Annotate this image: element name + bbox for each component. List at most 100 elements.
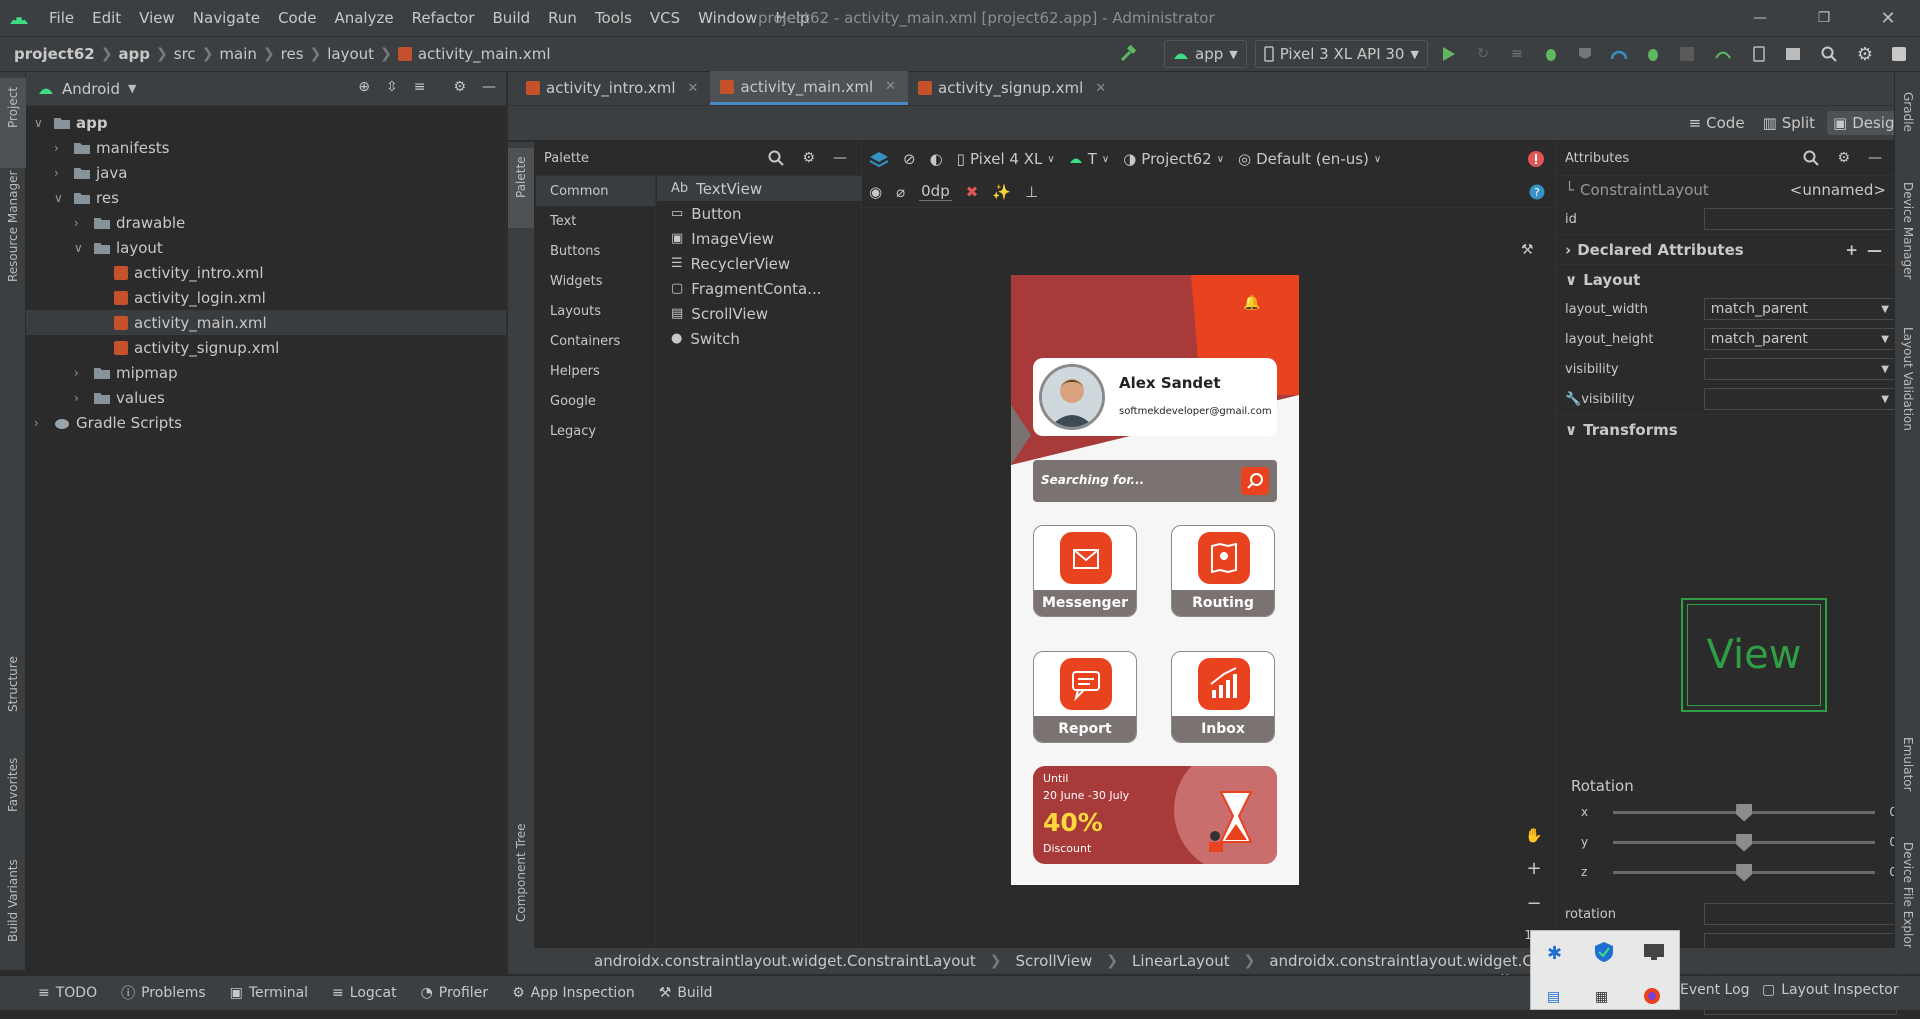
breadcrumb-res[interactable]: res — [275, 45, 310, 63]
coverage-icon[interactable] — [1572, 40, 1598, 68]
breadcrumb-main[interactable]: main — [213, 45, 262, 63]
magnet-off-icon[interactable]: ⌀ — [896, 183, 905, 201]
attach-debugger-icon[interactable] — [1640, 40, 1666, 68]
component-crumb-2[interactable]: ScrollView — [1016, 952, 1093, 970]
tool-build[interactable]: ⚒ Build — [647, 985, 725, 1001]
infer-constraints-icon[interactable]: ✨ — [992, 183, 1011, 201]
tool-event-log[interactable]: Event Log — [1668, 982, 1762, 998]
tool-terminal[interactable]: ▣ Terminal — [218, 985, 320, 1001]
search-icon[interactable] — [768, 150, 785, 166]
palette-category[interactable]: Containers — [536, 326, 655, 356]
menu-window[interactable]: Window — [689, 9, 766, 27]
assistant-icon[interactable] — [1886, 40, 1912, 68]
orientation-icon[interactable]: ⊘ — [903, 150, 916, 168]
eye-icon[interactable]: ◉ — [869, 183, 882, 201]
tab-activity-main[interactable]: activity_main.xml ✕ — [710, 71, 909, 105]
tile-routing[interactable]: Routing — [1171, 525, 1275, 617]
component-crumb-3[interactable]: LinearLayout — [1132, 952, 1230, 970]
palette-item[interactable]: ▣ ImageView — [657, 226, 862, 251]
tool-gradle[interactable]: Gradle — [1901, 92, 1915, 132]
tile-messenger[interactable]: Messenger — [1033, 525, 1137, 617]
zoom-out-icon[interactable]: − — [1526, 893, 1541, 914]
tree-item[interactable]: › values — [26, 385, 506, 410]
tool-logcat[interactable]: ≡ Logcat — [320, 985, 409, 1001]
run-config-select[interactable]: app ▼ — [1164, 40, 1247, 68]
close-tab-icon[interactable]: ✕ — [688, 81, 699, 96]
promo-banner[interactable]: Until 20 June -30 July 40% Discount — [1033, 766, 1277, 864]
palette-category[interactable]: Text — [536, 206, 655, 236]
gear-icon[interactable]: ⚙ — [802, 150, 815, 166]
chevron-down-icon[interactable]: ∨ — [34, 116, 48, 130]
attr-layout-height-select[interactable]: match_parent ▼ — [1703, 328, 1896, 350]
search-icon[interactable] — [1814, 40, 1844, 68]
sdk-manager-icon[interactable] — [1780, 40, 1806, 68]
tree-item[interactable]: activity_signup.xml — [26, 335, 506, 360]
help-icon[interactable]: ? — [1529, 184, 1545, 200]
tool-layout-inspector[interactable]: ▢ Layout Inspector — [1750, 982, 1911, 998]
tree-item[interactable]: ∨ layout — [26, 235, 506, 260]
hammer-icon[interactable] — [1114, 40, 1142, 68]
run-icon[interactable] — [1436, 40, 1462, 68]
palette-item[interactable]: ● Switch — [657, 326, 862, 351]
profile-icon[interactable] — [1606, 40, 1632, 68]
rotation-slider[interactable] — [1612, 833, 1876, 852]
component-tree-side-tab[interactable]: Component Tree — [514, 824, 528, 922]
menu-build[interactable]: Build — [484, 9, 540, 27]
breadcrumb-app[interactable]: app — [112, 45, 156, 63]
gear-icon[interactable]: ⚙ — [453, 79, 466, 95]
menu-edit[interactable]: Edit — [83, 9, 130, 27]
chevron-down-icon[interactable]: ∨ — [54, 191, 68, 205]
api-dropdown[interactable]: T ∨ — [1069, 150, 1109, 168]
breadcrumb-src[interactable]: src — [168, 45, 202, 63]
chevron-right-icon[interactable]: › — [74, 216, 88, 230]
hide-palette-icon[interactable]: — — [833, 150, 847, 166]
tree-item[interactable]: activity_main.xml — [26, 310, 506, 335]
attr-tools-visibility-select[interactable]: ▼ — [1703, 388, 1896, 410]
menu-refactor[interactable]: Refactor — [403, 9, 484, 27]
collapse-all-icon[interactable]: ≡ — [414, 79, 426, 95]
tab-activity-intro[interactable]: activity_intro.xml ✕ — [516, 71, 710, 105]
device-manager-icon[interactable] — [1746, 40, 1772, 68]
tool-emulator[interactable]: Emulator — [1901, 737, 1915, 792]
add-attribute-icon[interactable]: + — [1845, 241, 1858, 259]
layout-header[interactable]: ∨ Layout — [1557, 264, 1896, 294]
breadcrumb-project[interactable]: project62 — [0, 45, 101, 63]
palette-category[interactable]: Legacy — [536, 416, 655, 446]
palette-item[interactable]: ▤ ScrollView — [657, 301, 862, 326]
default-margin-field[interactable]: 0dp — [919, 182, 952, 201]
search-icon[interactable] — [1803, 150, 1820, 166]
tool-profiler[interactable]: ◔ Profiler — [409, 985, 501, 1001]
menu-run[interactable]: Run — [539, 9, 586, 27]
menu-analyze[interactable]: Analyze — [325, 9, 402, 27]
palette-category[interactable]: Widgets — [536, 266, 655, 296]
palette-category[interactable]: Layouts — [536, 296, 655, 326]
tree-item[interactable]: › java — [26, 160, 506, 185]
tab-activity-signup[interactable]: activity_signup.xml ✕ — [908, 71, 1118, 105]
device-dropdown[interactable]: ▯ Pixel 4 XL ∨ — [957, 150, 1055, 168]
palette-item[interactable]: ▢ FragmentConta... — [657, 276, 862, 301]
palette-item[interactable]: ☰ RecyclerView — [657, 251, 862, 276]
tool-build-variants[interactable]: Build Variants — [6, 859, 20, 942]
night-mode-icon[interactable]: ◐ — [930, 150, 943, 168]
close-tab-icon[interactable]: ✕ — [885, 79, 896, 94]
transforms-header[interactable]: ∨ Transforms — [1557, 414, 1896, 444]
notification-bell-icon[interactable]: 🔔 — [1243, 295, 1260, 311]
close-icon[interactable]: ✕ — [1856, 8, 1920, 29]
sync-gradle-icon[interactable] — [1708, 40, 1738, 68]
zoom-in-icon[interactable]: + — [1526, 858, 1541, 879]
chevron-right-icon[interactable]: › — [74, 391, 88, 405]
profile-card[interactable]: Alex Sandet softmekdeveloper@gmail.com — [1033, 358, 1277, 436]
remove-attribute-icon[interactable]: — — [1867, 241, 1882, 259]
tool-project[interactable]: Project — [6, 87, 20, 128]
tree-item[interactable]: › mipmap — [26, 360, 506, 385]
locale-dropdown[interactable]: ◎ Default (en-us) ∨ — [1238, 150, 1381, 168]
chevron-right-icon[interactable]: › — [34, 416, 48, 430]
slider-thumb[interactable] — [1736, 833, 1753, 852]
attr-id-input[interactable] — [1703, 208, 1896, 230]
tool-structure[interactable]: Structure — [6, 656, 20, 712]
bluetooth-icon[interactable]: ✱ — [1547, 943, 1562, 964]
tree-item[interactable]: › Gradle Scripts — [26, 410, 506, 435]
apply-code-changes-icon[interactable]: ≡ — [1504, 40, 1530, 68]
minimize-icon[interactable]: — — [1728, 10, 1792, 26]
palette-side-tab[interactable]: Palette — [514, 156, 528, 198]
